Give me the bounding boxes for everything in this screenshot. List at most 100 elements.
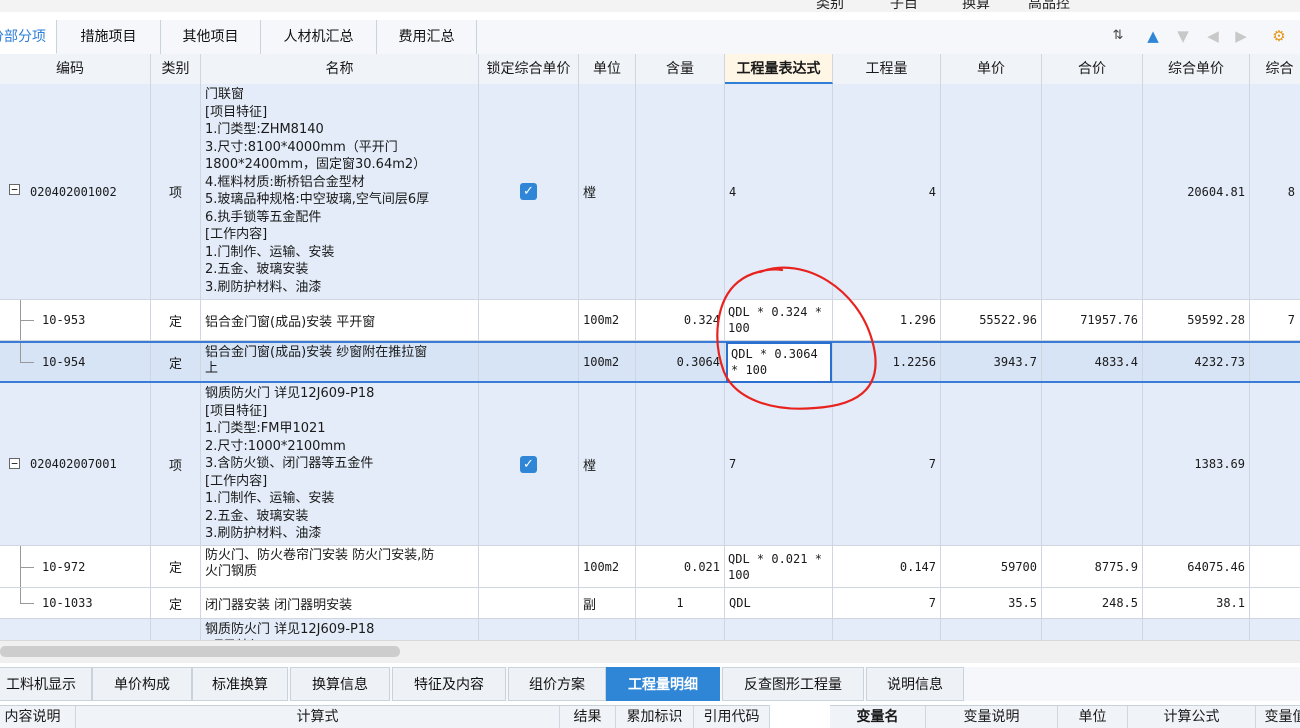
- row-expression[interactable]: QDL: [725, 588, 833, 618]
- row-code-cell[interactable]: 10-1033: [0, 588, 151, 618]
- row-content[interactable]: [636, 84, 725, 299]
- horizontal-scrollbar[interactable]: [0, 640, 1300, 663]
- menu-item-convert[interactable]: 换算: [962, 0, 990, 12]
- row-comp-total: 7: [1250, 300, 1300, 340]
- row-name[interactable]: 门联窗 [项目特征] 1.门类型:ZHM8140 3.尺寸:8100*4000m…: [201, 84, 479, 299]
- col-quantity-expression[interactable]: 工程量表达式: [725, 54, 833, 84]
- col-variable-unit[interactable]: 单位: [1058, 706, 1128, 728]
- arrow-left-icon[interactable]: ◀: [1202, 22, 1224, 50]
- col-result[interactable]: 结果: [560, 706, 616, 728]
- row-locked[interactable]: [479, 619, 579, 640]
- main-tab-bar: 分部分项 措施项目 其他项目 人材机汇总 费用汇总 ⇅ ▲ ▼ ◀ ▶ ⚙: [0, 20, 1300, 55]
- col-variable-value[interactable]: 变量值: [1256, 706, 1300, 728]
- col-name[interactable]: 名称: [201, 54, 479, 84]
- settings-icon[interactable]: ⚙: [1268, 22, 1290, 50]
- row-locked[interactable]: [479, 300, 579, 340]
- menu-item-quality[interactable]: 高品控: [1028, 0, 1070, 12]
- table-row[interactable]: − 020402007001 项 钢质防火门 详见12J609-P18 [项目特…: [0, 383, 1300, 546]
- col-accumulate-flag[interactable]: 累加标识: [616, 706, 694, 728]
- table-row[interactable]: 钢质防火门 详见12J609-P18 [项目特征]: [0, 619, 1300, 640]
- col-quantity[interactable]: 工程量: [833, 54, 941, 84]
- sort-icon[interactable]: ⇅: [1107, 22, 1129, 50]
- top-menu-bar: 类别 子目 换算 高品控: [0, 0, 1300, 12]
- checkbox-checked-icon[interactable]: ✓: [520, 183, 537, 200]
- row-name[interactable]: 铝合金门窗(成品)安装 平开窗: [201, 300, 479, 340]
- row-name[interactable]: 钢质防火门 详见12J609-P18 [项目特征] 1.门类型:FM甲1021 …: [201, 383, 479, 545]
- row-locked[interactable]: ✓: [479, 383, 579, 545]
- row-locked[interactable]: [479, 588, 579, 618]
- table-row[interactable]: − 020402001002 项 门联窗 [项目特征] 1.门类型:ZHM814…: [0, 84, 1300, 300]
- row-locked[interactable]: [479, 546, 579, 587]
- row-code-cell[interactable]: − 020402001002: [0, 84, 151, 299]
- row-name[interactable]: 铝合金门窗(成品)安装 纱窗附在推拉窗 上: [201, 343, 479, 381]
- col-content-desc[interactable]: 内容说明: [0, 706, 76, 728]
- table-row[interactable]: 10-953 定 铝合金门窗(成品)安装 平开窗 100m2 0.324 QDL…: [0, 300, 1300, 341]
- row-code-cell[interactable]: 10-972: [0, 546, 151, 587]
- table-row[interactable]: 10-1033 定 闭门器安装 闭门器明安装 副 1 QDL 7 35.5 24…: [0, 588, 1300, 619]
- row-name[interactable]: 闭门器安装 闭门器明安装: [201, 588, 479, 618]
- tab-standard-conversion[interactable]: 标准换算: [192, 667, 288, 701]
- tab-conversion-info[interactable]: 换算信息: [290, 667, 390, 701]
- col-category[interactable]: 类别: [151, 54, 201, 84]
- row-expression[interactable]: [725, 619, 833, 640]
- row-name[interactable]: 钢质防火门 详见12J609-P18 [项目特征]: [201, 619, 479, 640]
- row-name[interactable]: 防火门、防火卷帘门安装 防火门安装,防 火门钢质: [201, 546, 479, 587]
- expression-edit-input[interactable]: QDL * 0.3064 * 100: [726, 342, 832, 383]
- col-locked-price[interactable]: 锁定综合单价: [479, 54, 579, 84]
- tab-other[interactable]: 其他项目: [161, 20, 261, 54]
- col-variable-desc[interactable]: 变量说明: [926, 706, 1058, 728]
- row-locked[interactable]: [479, 343, 579, 381]
- row-code-cell[interactable]: [0, 619, 151, 640]
- row-expression[interactable]: QDL * 0.324 * 100: [725, 300, 833, 340]
- row-code-cell[interactable]: 10-954: [0, 343, 151, 381]
- col-calc-formula[interactable]: 计算公式: [1128, 706, 1256, 728]
- col-unit-price[interactable]: 单价: [941, 54, 1042, 84]
- tab-fee-summary[interactable]: 费用汇总: [377, 20, 477, 54]
- row-content[interactable]: 0.3064: [636, 343, 725, 381]
- tab-quantity-detail[interactable]: 工程量明细: [606, 667, 720, 701]
- row-expression[interactable]: 7: [725, 383, 833, 545]
- tab-fenbu[interactable]: 分部分项: [0, 20, 57, 54]
- col-formula[interactable]: 计算式: [76, 706, 560, 728]
- row-expression[interactable]: 4: [725, 84, 833, 299]
- row-locked[interactable]: ✓: [479, 84, 579, 299]
- tree-branch: [20, 566, 34, 568]
- row-unit-price: [941, 619, 1042, 640]
- row-content[interactable]: 0.021: [636, 546, 725, 587]
- row-content[interactable]: [636, 383, 725, 545]
- tab-price-composition[interactable]: 单价构成: [92, 667, 192, 701]
- tab-measures[interactable]: 措施项目: [57, 20, 161, 54]
- col-unit[interactable]: 单位: [579, 54, 636, 84]
- col-total-price[interactable]: 合价: [1042, 54, 1143, 84]
- menu-item-category[interactable]: 类别: [816, 0, 844, 12]
- row-expression[interactable]: QDL * 0.021 * 100: [725, 546, 833, 587]
- tab-pricing-scheme[interactable]: 组价方案: [508, 667, 606, 701]
- row-content[interactable]: 0.324: [636, 300, 725, 340]
- row-content[interactable]: 1: [636, 588, 725, 618]
- arrow-down-icon[interactable]: ▼: [1172, 22, 1194, 50]
- row-content[interactable]: [636, 619, 725, 640]
- table-row-selected[interactable]: 10-954 定 铝合金门窗(成品)安装 纱窗附在推拉窗 上 100m2 0.3…: [0, 341, 1300, 383]
- scrollbar-thumb[interactable]: [0, 646, 400, 657]
- row-unit-price: 3943.7: [941, 343, 1042, 381]
- tab-labor-material-display[interactable]: 工料机显示: [0, 667, 92, 701]
- row-code-cell[interactable]: − 020402007001: [0, 383, 151, 545]
- checkbox-checked-icon[interactable]: ✓: [520, 455, 537, 473]
- collapse-toggle-icon[interactable]: −: [9, 458, 20, 469]
- col-comprehensive-total[interactable]: 综合: [1250, 54, 1300, 84]
- col-code[interactable]: 编码: [0, 54, 151, 84]
- collapse-toggle-icon[interactable]: −: [9, 184, 20, 195]
- col-content[interactable]: 含量: [636, 54, 725, 84]
- menu-item-sub[interactable]: 子目: [890, 0, 918, 12]
- col-reference-code[interactable]: 引用代码: [694, 706, 770, 728]
- tab-description-info[interactable]: 说明信息: [866, 667, 964, 701]
- arrow-right-icon[interactable]: ▶: [1230, 22, 1252, 50]
- col-variable-name[interactable]: 变量名: [830, 706, 926, 728]
- arrow-up-icon[interactable]: ▲: [1142, 22, 1164, 50]
- table-row[interactable]: 10-972 定 防火门、防火卷帘门安装 防火门安装,防 火门钢质 100m2 …: [0, 546, 1300, 588]
- row-code-cell[interactable]: 10-953: [0, 300, 151, 340]
- tab-reverse-graphic-quantity[interactable]: 反查图形工程量: [722, 667, 864, 701]
- col-comprehensive-price[interactable]: 综合单价: [1143, 54, 1250, 84]
- tab-labor-material[interactable]: 人材机汇总: [261, 20, 377, 54]
- tab-features-content[interactable]: 特征及内容: [392, 667, 506, 701]
